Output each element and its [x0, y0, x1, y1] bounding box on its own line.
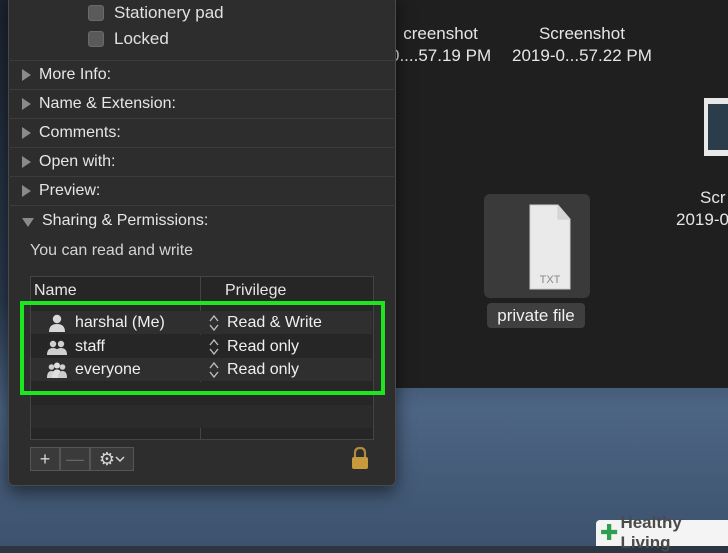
locked-checkbox[interactable]: [88, 31, 104, 47]
locked-checkbox-row[interactable]: Locked: [88, 29, 169, 49]
section-label: More Info:: [39, 66, 112, 83]
plus-logo-icon: ✚: [600, 520, 619, 545]
file-name-line1: Screenshot: [538, 24, 625, 43]
screenshot-thumbnail-image: [708, 104, 728, 150]
highlight-box: [20, 301, 385, 395]
file-name-line2: 2019-0...57.22 PM: [512, 46, 652, 65]
section-more-info[interactable]: More Info:: [8, 61, 394, 89]
desktop-file-label[interactable]: Screenshot 2019-0...57.22 PM: [512, 23, 652, 67]
disclosure-triangle-icon[interactable]: [22, 156, 31, 168]
disclosure-triangle-icon[interactable]: [22, 185, 31, 197]
section-label: Name & Extension:: [39, 95, 176, 112]
permission-note: You can read and write: [30, 242, 194, 259]
gear-icon: ⚙: [98, 448, 116, 469]
permissions-toolbar: + — ⚙: [30, 447, 134, 471]
lock-icon[interactable]: [350, 446, 370, 470]
add-user-button[interactable]: +: [30, 447, 60, 471]
section-open-with[interactable]: Open with:: [8, 148, 394, 176]
healthy-living-watermark: ✚ Healthy Living: [596, 513, 728, 552]
chevron-down-icon: [115, 456, 125, 463]
column-header-name[interactable]: Name: [34, 282, 77, 300]
watermark-text: Healthy Living: [620, 513, 682, 552]
disclosure-triangle-icon[interactable]: [22, 98, 31, 110]
stationery-pad-checkbox-row[interactable]: Stationery pad: [88, 3, 224, 23]
action-menu-button[interactable]: ⚙: [90, 447, 134, 471]
txt-document-icon[interactable]: TXT: [528, 203, 572, 291]
file-name-line1: Scr: [700, 188, 726, 207]
section-sharing-permissions[interactable]: Sharing & Permissions:: [8, 207, 394, 235]
section-label: Open with:: [39, 153, 116, 170]
table-empty-row: [31, 405, 372, 428]
file-name-line1: creenshot: [403, 24, 478, 43]
private-file-label[interactable]: private file: [487, 303, 585, 328]
stationery-pad-checkbox[interactable]: [88, 5, 104, 21]
disclosure-triangle-open-icon[interactable]: [22, 217, 34, 227]
desktop-file-label[interactable]: Scr 2019-0: [676, 187, 728, 231]
file-name-line2: 0....57.19 PM: [390, 46, 492, 65]
section-comments[interactable]: Comments:: [8, 119, 394, 147]
txt-icon-text: TXT: [540, 274, 561, 286]
file-name-line2: 2019-0: [676, 210, 728, 229]
remove-user-button[interactable]: —: [60, 447, 90, 471]
desktop-file-label[interactable]: creenshot 0....57.19 PM: [390, 23, 491, 67]
section-label: Comments:: [39, 124, 121, 141]
section-preview[interactable]: Preview:: [8, 177, 394, 205]
disclosure-triangle-icon[interactable]: [22, 127, 31, 139]
column-header-privilege[interactable]: Privilege: [225, 282, 286, 300]
section-label: Sharing & Permissions:: [42, 212, 209, 229]
locked-label: Locked: [114, 29, 169, 48]
section-name-extension[interactable]: Name & Extension:: [8, 90, 394, 118]
section-label: Preview:: [39, 182, 101, 199]
divider: [8, 205, 394, 206]
stationery-pad-label: Stationery pad: [114, 3, 224, 22]
disclosure-triangle-icon[interactable]: [22, 69, 31, 81]
